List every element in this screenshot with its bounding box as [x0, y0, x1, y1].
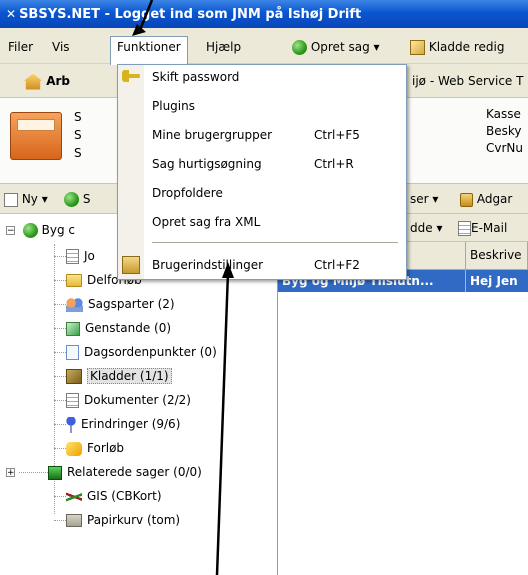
arrow-to-funktioner-icon — [132, 0, 154, 36]
annotation-arrows — [132, 0, 234, 575]
arrow-to-brugerindstillinger-icon — [215, 262, 234, 575]
